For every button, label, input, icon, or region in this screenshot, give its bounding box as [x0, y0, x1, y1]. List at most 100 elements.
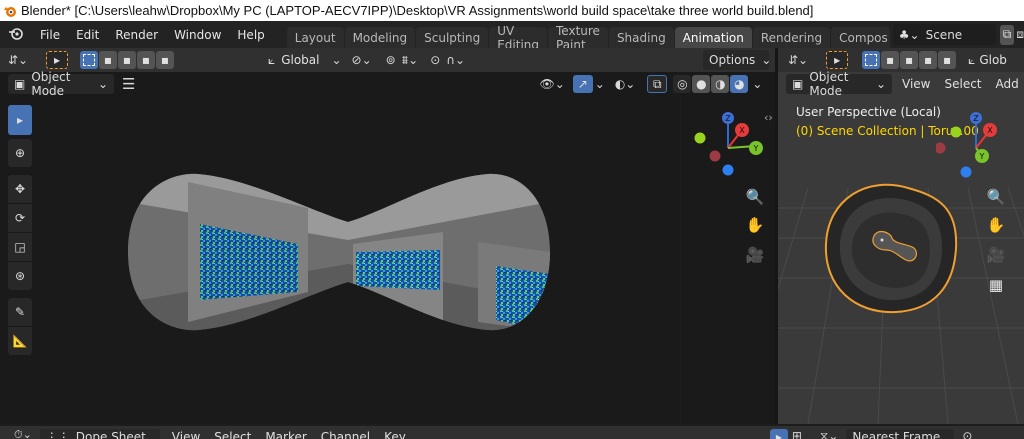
select-tool-icon[interactable]: ▸ [826, 51, 849, 69]
menu-help[interactable]: Help [229, 28, 272, 42]
filter-icon[interactable]: ⧖⌄ [820, 429, 838, 439]
snap-target-icon[interactable]: ⩩⌄ [402, 53, 418, 68]
select-mode-subtract-icon[interactable]: ▪ [900, 51, 919, 69]
area-divider[interactable] [775, 48, 778, 424]
scene-selector[interactable]: ♣⌄ Scene [892, 24, 996, 45]
shading-solid-icon[interactable]: ● [692, 75, 711, 93]
navigation-gizmo[interactable]: Z X Y [936, 110, 1016, 184]
transform-pivot-icon[interactable]: ⇵⌄ [8, 53, 38, 67]
gizmo-neg-x [709, 150, 721, 162]
zoom-icon[interactable]: 🔍 [742, 184, 768, 210]
select-mode-new-icon[interactable] [862, 51, 881, 69]
menu-view[interactable]: View [172, 430, 200, 439]
menu-key[interactable]: Key [384, 430, 406, 439]
menu-select[interactable]: Select [944, 77, 981, 91]
zoom-icon[interactable]: 🔍 [983, 184, 1009, 210]
camera-view-icon[interactable]: 🎥 [983, 242, 1009, 268]
select-mode-invert-icon[interactable]: ▪ [919, 51, 938, 69]
overlays-icon[interactable]: ◐⌄ [615, 77, 636, 91]
camera-view-icon[interactable]: 🎥 [742, 242, 768, 268]
editor-type-icon[interactable]: ⏱⌄ [14, 428, 32, 439]
dope-sheet-icon: ⋮⋮ [45, 430, 70, 439]
interpolation-dropdown[interactable]: Nearest Frame [846, 429, 955, 439]
scale-tool-icon[interactable]: ◲ [8, 233, 32, 261]
menu-render[interactable]: Render [107, 28, 166, 42]
select-mode-extend-icon[interactable]: ▪ [99, 51, 117, 69]
chevron-down-icon: ⌄ [97, 77, 108, 91]
shading-rendered-icon[interactable]: ◕ [730, 75, 749, 93]
xray-toggle-icon[interactable]: ⧉ [647, 75, 668, 93]
measure-tool-icon[interactable]: 📐 [8, 327, 32, 355]
mode-dropdown[interactable]: ▣ Object Mode ⌄ [786, 70, 892, 98]
transform-pivot-icon[interactable]: ⇵⌄ [788, 53, 808, 67]
ortho-grid-icon[interactable]: ▦ [983, 272, 1009, 298]
options-dropdown[interactable]: Options ⌄ [703, 50, 771, 70]
tab-layout[interactable]: Layout [286, 27, 344, 48]
select-box-tool-icon[interactable]: ▸ [8, 105, 32, 135]
editor-mode-dropdown[interactable]: ⋮⋮ Dope Sheet [39, 429, 160, 439]
menu-file[interactable]: File [32, 28, 68, 42]
navigation-gizmo[interactable]: Z X Y [688, 110, 768, 184]
hamburger-menu-icon[interactable]: ☰ [122, 75, 135, 93]
tab-sculpting[interactable]: Sculpting [416, 27, 489, 48]
select-mode-subtract-icon[interactable]: ▪ [118, 51, 136, 69]
move-tool-icon[interactable]: ✥ [8, 175, 32, 203]
tab-texture-paint[interactable]: Texture Paint [548, 24, 608, 52]
visibility-icon[interactable]: 👁⌄ [539, 77, 564, 91]
orientation-dropdown[interactable]: Global [281, 53, 319, 67]
view-layer-icon[interactable]: ⧈ [1016, 27, 1024, 42]
transform-tool-icon[interactable]: ⊛ [8, 262, 32, 290]
select-mode-intersect-icon[interactable]: ▪ [156, 51, 174, 69]
snap-toggle-icon[interactable]: ⊚ [386, 53, 396, 67]
menu-marker[interactable]: Marker [265, 430, 306, 439]
gizmo-toggle-icon[interactable]: ↗ [572, 75, 593, 93]
rotate-tool-icon[interactable]: ⟳ [8, 204, 32, 232]
options-label: Options [709, 53, 756, 67]
gizmo-z-label: Z [973, 114, 979, 123]
select-mode-new-icon[interactable] [80, 51, 98, 69]
keyframe-type-icon[interactable]: ⊞ [792, 429, 802, 439]
select-mode-intersect-icon[interactable]: ▪ [938, 51, 957, 69]
menu-select[interactable]: Select [214, 430, 251, 439]
select-mode-invert-icon[interactable]: ▪ [137, 51, 155, 69]
tab-animation[interactable]: Animation [674, 27, 752, 48]
select-tool-icon[interactable]: ▸ [46, 51, 68, 69]
chevron-down-icon[interactable]: ⌄ [595, 77, 605, 91]
shading-material-icon[interactable]: ◑ [711, 75, 730, 93]
viewport-divider [680, 96, 681, 424]
shading-wireframe-icon[interactable]: ◎ [673, 75, 692, 93]
pivot-point-icon[interactable]: ⊘⌄ [352, 53, 372, 67]
tool-shelf: ▸ ⊕ ✥ ⟳ ◲ ⊛ ✎ 📐 [8, 105, 38, 355]
falloff-icon[interactable]: ∩⌄ [446, 53, 465, 67]
chevron-down-icon[interactable]: ⌄ [752, 77, 762, 91]
cursor-tool-icon[interactable]: ⊕ [8, 139, 32, 167]
pan-hand-icon[interactable]: ✋ [983, 212, 1009, 238]
menu-view[interactable]: View [902, 77, 930, 91]
tab-uv-editing[interactable]: UV Editing [489, 24, 547, 52]
tab-rendering[interactable]: Rendering [752, 27, 831, 48]
menu-edit[interactable]: Edit [68, 28, 107, 42]
select-tool-icon[interactable]: ▸ [769, 429, 788, 439]
tab-shading[interactable]: Shading [608, 27, 674, 48]
orientation-dropdown[interactable]: Glob [979, 53, 1007, 67]
tab-compositing[interactable]: Compos [831, 27, 890, 48]
mode-dropdown[interactable]: ▣ Object Mode ⌄ [8, 70, 114, 98]
proportional-icon[interactable]: ⊙ [962, 429, 972, 439]
blender-menu-icon[interactable] [0, 26, 32, 43]
window-title: Blender* [C:\Users\leahw\Dropbox\My PC (… [21, 3, 814, 18]
panel-toggle-arrows-icon[interactable]: ‹› [764, 111, 773, 124]
select-mode-extend-icon[interactable]: ▪ [881, 51, 900, 69]
right-3d-viewport[interactable]: ⇵⌄ ▸ ▪ ▪ ▪ ▪ ⟀ Glob ▣ Object Mode ⌄ View… [778, 48, 1024, 424]
annotate-tool-icon[interactable]: ✎ [8, 298, 32, 326]
viewport-tool-header: ⇵⌄ ▸ ▪ ▪ ▪ ▪ ⟀ Global ⌄ ⊘⌄ ⊚ ⩩⌄ ⊙ ∩⌄ Opt… [0, 48, 775, 72]
gizmo-y-label: Y [753, 144, 759, 153]
pan-hand-icon[interactable]: ✋ [742, 212, 768, 238]
menu-add[interactable]: Add [996, 77, 1019, 91]
new-scene-icon[interactable]: ⧉ [999, 24, 1015, 45]
tab-modeling[interactable]: Modeling [344, 27, 416, 48]
menu-window[interactable]: Window [166, 28, 229, 42]
proportional-edit-icon[interactable]: ⊙ [430, 53, 440, 67]
left-3d-viewport[interactable]: ⇵⌄ ▸ ▪ ▪ ▪ ▪ ⟀ Global ⌄ ⊘⌄ ⊚ ⩩⌄ ⊙ ∩⌄ Opt… [0, 48, 775, 424]
gizmo-neg-z [960, 166, 972, 178]
menu-channel[interactable]: Channel [321, 430, 370, 439]
